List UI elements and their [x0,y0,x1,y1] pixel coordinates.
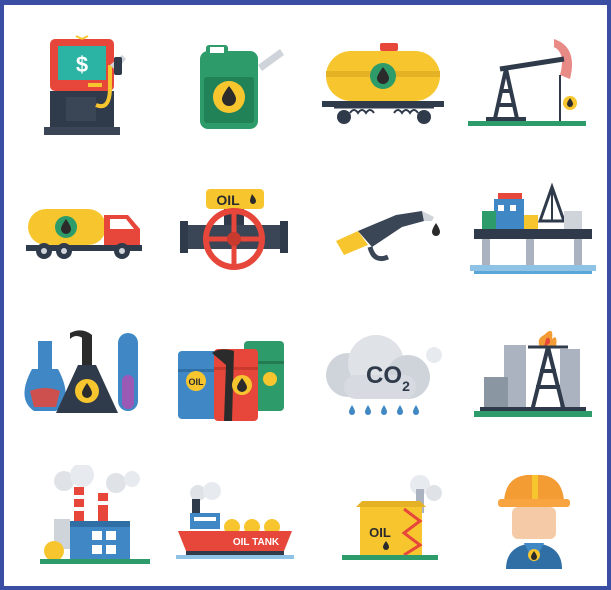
co2-subscript: 2 [402,378,410,394]
oil-barrels-icon: OIL [168,325,308,450]
co2-label: CO [366,362,402,389]
pumpjack-icon [460,35,600,160]
oil-worker-icon [466,465,606,590]
oil-label: OIL [216,192,240,208]
oil-label: OIL [369,525,391,540]
pipeline-valve-icon: OIL [170,181,310,306]
oil-storage-tank-icon: OIL [320,465,460,590]
refinery-flare-icon [464,325,604,450]
tank-truck-icon [18,181,158,306]
lab-flasks-icon [22,325,162,450]
jerrycan-icon [170,35,310,160]
oil-tank-label: OIL TANK [233,537,280,548]
icon-sheet: $ OIL OIL CO 2 OIL TANK OIL [4,5,607,586]
oil-label: OIL [189,377,205,387]
offshore-platform-icon [464,181,604,306]
fuel-nozzle-icon [318,181,458,306]
co2-cloud-icon: CO 2 [314,325,454,450]
svg-text:$: $ [76,52,88,77]
oil-tanker-ship-icon: OIL TANK [168,465,308,590]
tank-rail-car-icon [314,35,454,160]
factory-icon [22,465,162,590]
fuel-pump-icon: $ [26,35,166,160]
